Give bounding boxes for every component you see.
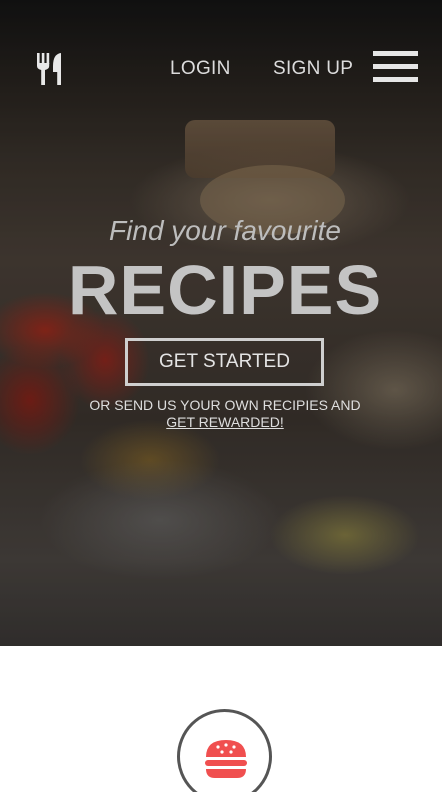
hero-subtext: OR SEND US YOUR OWN RECIPIES AND (89, 397, 361, 413)
burger-icon (205, 740, 247, 778)
signup-link[interactable]: SIGN UP (273, 58, 353, 80)
hero-headline: RECIPES (67, 251, 383, 329)
fork-knife-icon[interactable] (34, 52, 64, 86)
get-rewarded-link[interactable]: GET REWARDED! (166, 414, 283, 430)
hero-subtext-link-row: GET REWARDED! (0, 414, 442, 431)
menu-bar (373, 51, 418, 56)
menu-bar (373, 64, 418, 69)
menu-bar (373, 77, 418, 82)
login-link[interactable]: LOGIN (170, 58, 231, 80)
hero-tagline: Find your favourite (109, 215, 341, 246)
hero-section: LOGIN SIGN UP Find your favourite RECIPE… (0, 0, 442, 646)
get-started-button[interactable]: GET STARTED (125, 338, 324, 386)
feature-badge (177, 709, 272, 792)
hamburger-menu-icon[interactable] (373, 51, 419, 83)
